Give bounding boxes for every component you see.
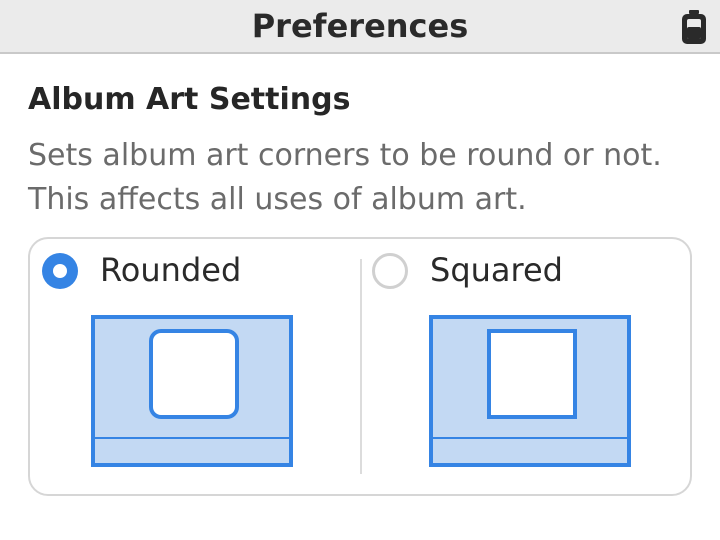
option-label-rounded: Rounded: [100, 251, 242, 289]
option-squared[interactable]: Squared: [362, 239, 692, 494]
rounded-album-preview-icon: [91, 315, 293, 467]
section-description: Sets album art corners to be round or no…: [28, 138, 662, 217]
squared-art-square: [487, 329, 577, 419]
album-art-options-card: Rounded Squared: [28, 237, 692, 496]
preview-bar: [95, 437, 289, 439]
battery-icon: [682, 10, 706, 44]
squared-album-preview-icon: [429, 315, 631, 467]
preview-bar: [433, 437, 627, 439]
option-label-squared: Squared: [430, 251, 563, 289]
window-title: Preferences: [251, 7, 469, 45]
radio-squared-unchecked-icon[interactable]: [372, 253, 408, 289]
radio-rounded-checked-icon[interactable]: [42, 253, 78, 289]
rounded-art-square: [149, 329, 239, 419]
section-title: Album Art Settings: [28, 82, 351, 117]
titlebar: Preferences: [0, 0, 720, 54]
option-rounded[interactable]: Rounded: [30, 239, 360, 494]
